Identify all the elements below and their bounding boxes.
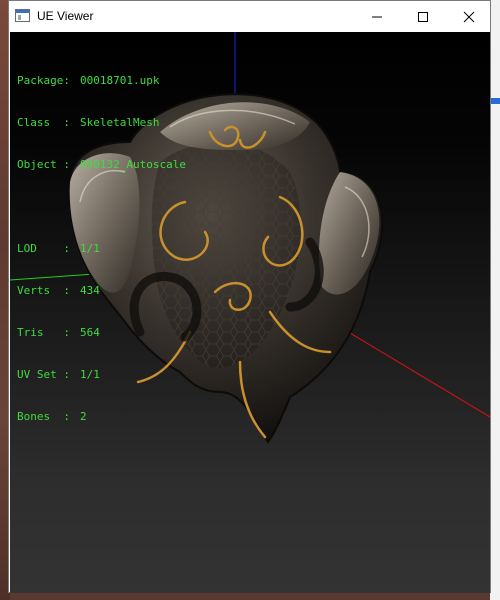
minimize-icon: [372, 16, 382, 17]
info-key: LOD :: [17, 242, 70, 255]
maximize-button[interactable]: [400, 1, 446, 32]
info-lod-row: LOD : 1/1: [17, 242, 186, 256]
info-value: 564: [80, 326, 100, 339]
minimize-button[interactable]: [354, 1, 400, 32]
info-uvset-row: UV Set : 1/1: [17, 368, 186, 382]
3d-viewport[interactable]: Package: 00018701.upk Class : SkeletalMesh…: [10, 32, 490, 593]
info-value: 990132_Autoscale: [80, 158, 186, 171]
info-verts-row: Verts : 434: [17, 284, 186, 298]
info-object-row: Object : 990132_Autoscale: [17, 158, 186, 172]
desktop-background-right: [490, 0, 500, 600]
maximize-icon: [418, 11, 428, 22]
info-key: Verts :: [17, 284, 70, 297]
info-key: Object :: [17, 158, 70, 171]
info-key: Class :: [17, 116, 70, 129]
title-bar[interactable]: UE Viewer: [9, 1, 490, 32]
info-class-row: Class : SkeletalMesh: [17, 116, 186, 130]
info-key: Tris :: [17, 326, 70, 339]
window-title: UE Viewer: [37, 9, 94, 23]
info-value: 00018701.upk: [80, 74, 160, 87]
info-value: 2: [80, 410, 87, 423]
close-icon: [463, 11, 475, 22]
info-package-row: Package: 00018701.upk: [17, 74, 186, 88]
info-key: UV Set :: [17, 368, 70, 381]
info-value: SkeletalMesh: [80, 116, 160, 129]
ue-viewer-window: UE Viewer Package: 00018701.upk Class: …: [8, 0, 491, 593]
app-window-icon: [15, 9, 30, 22]
close-button[interactable]: [446, 1, 492, 32]
info-key: Package:: [17, 74, 70, 87]
info-value: 1/1: [80, 242, 100, 255]
info-key: Bones :: [17, 410, 70, 423]
info-value: 1/1: [80, 368, 100, 381]
info-tris-row: Tris : 564: [17, 326, 186, 340]
background-accent: [490, 98, 500, 104]
mesh-info-overlay: Package: 00018701.upk Class : SkeletalMesh…: [17, 46, 186, 452]
info-bones-row: Bones : 2: [17, 410, 186, 424]
info-value: 434: [80, 284, 100, 297]
